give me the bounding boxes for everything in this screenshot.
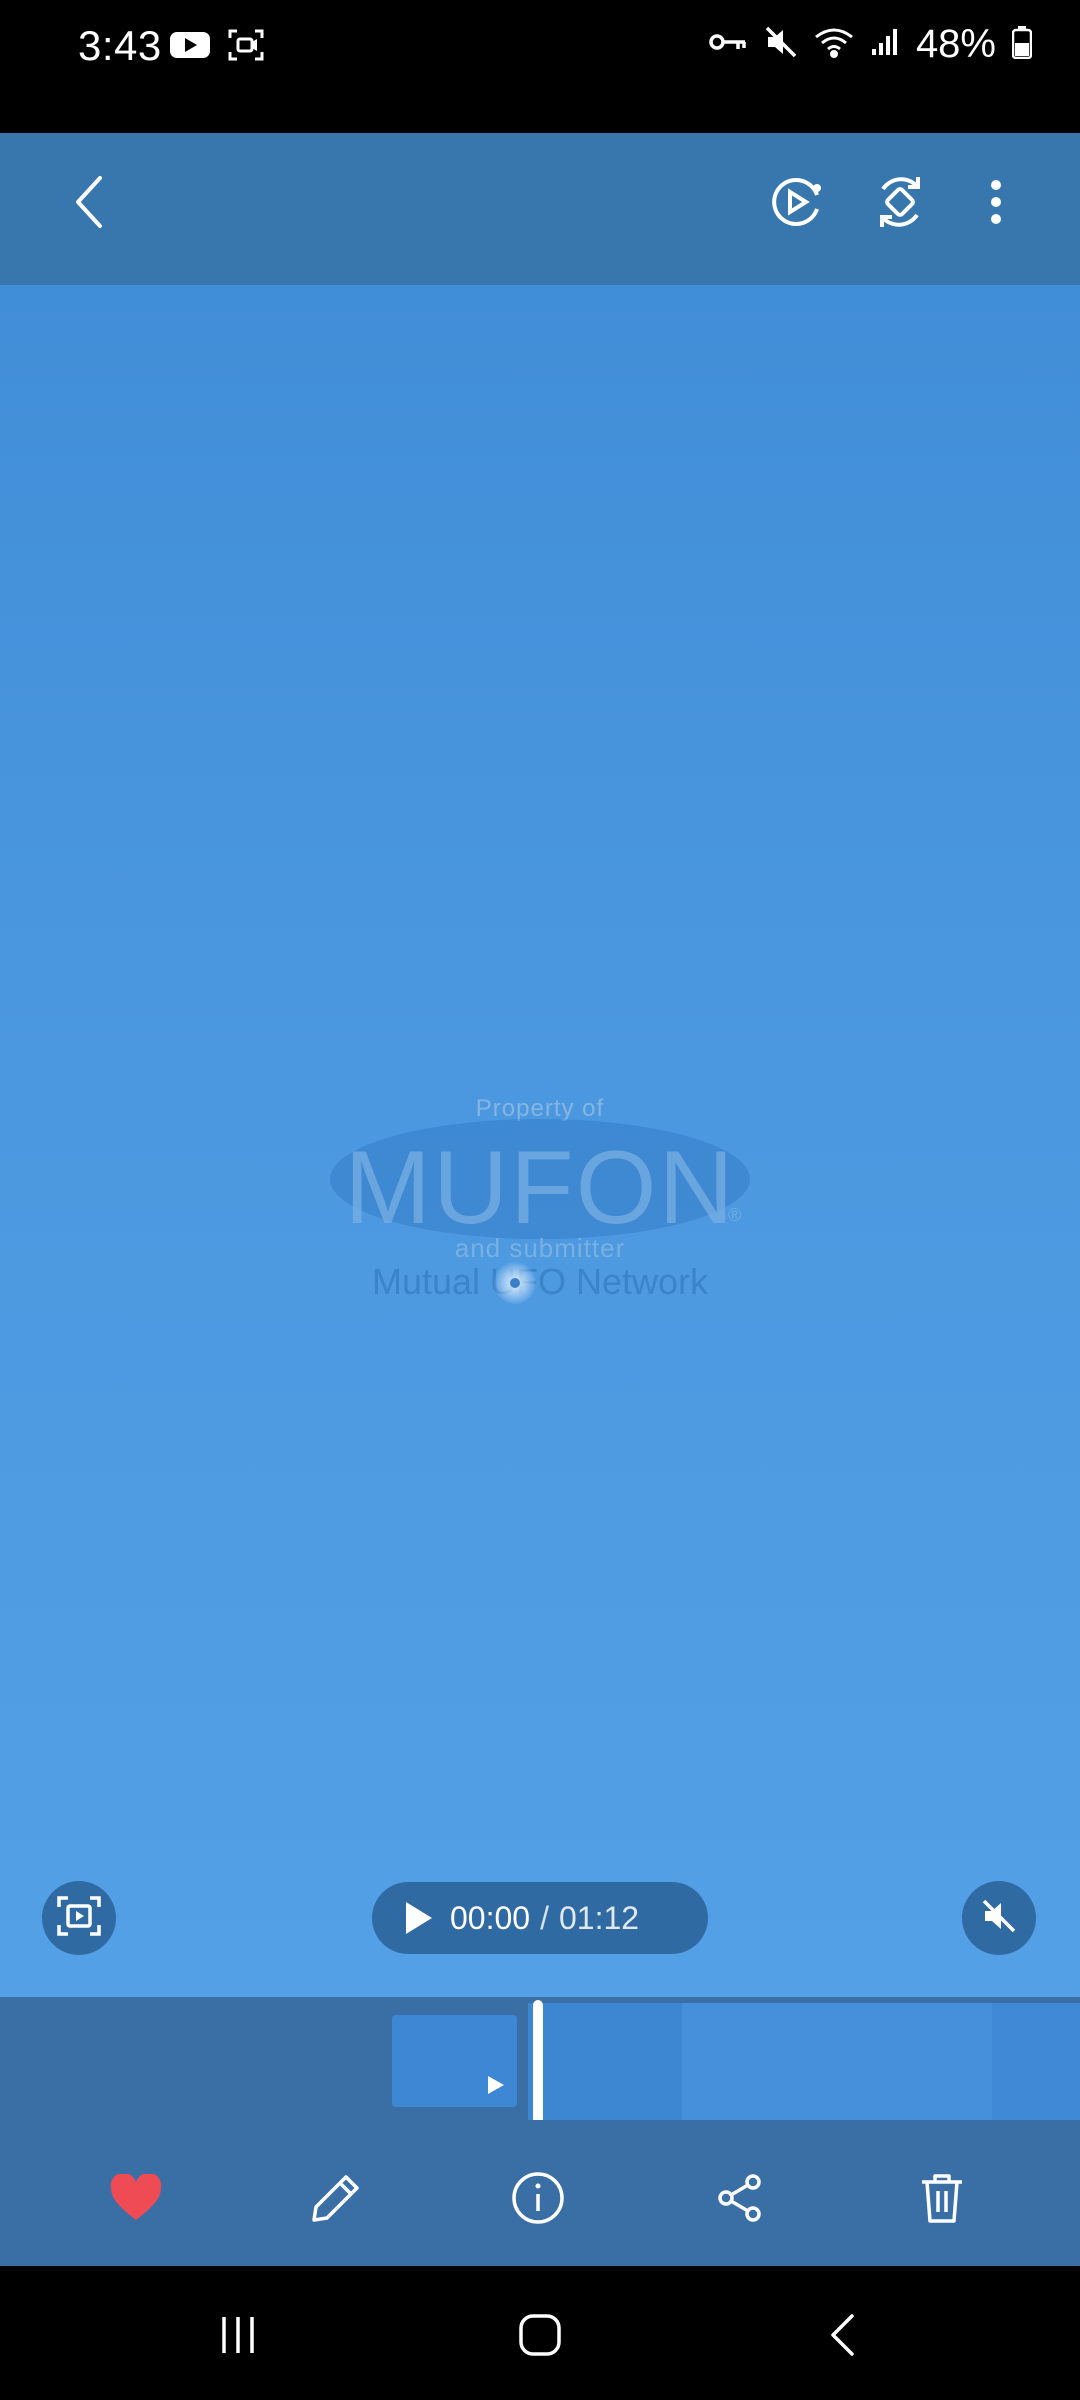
- youtube-icon: [170, 30, 210, 65]
- vpn-key-icon: [708, 29, 748, 60]
- mute-icon: [979, 1896, 1019, 1941]
- status-bar: 3:43 48%: [0, 0, 1080, 133]
- mute-icon: [764, 25, 798, 64]
- back-icon[interactable]: [812, 2310, 872, 2360]
- back-arrow-icon[interactable]: [60, 172, 120, 232]
- video-frame[interactable]: [0, 133, 1080, 2000]
- timeline-frames[interactable]: [528, 2003, 1080, 2121]
- capture-frame-button[interactable]: [42, 1881, 116, 1955]
- current-time: 00:00: [450, 1899, 531, 1936]
- mute-button[interactable]: [962, 1881, 1036, 1955]
- timeline-playhead[interactable]: [533, 2000, 543, 2124]
- watermark-network-text: Mutual UFO Network: [371, 1261, 709, 1302]
- signal-icon: [870, 27, 900, 62]
- timeline-frame: [528, 2003, 682, 2121]
- edit-pencil-icon[interactable]: [306, 2168, 366, 2228]
- timeline-frame: [992, 2003, 1080, 2121]
- battery-icon: [1011, 25, 1033, 64]
- wifi-icon: [814, 25, 854, 64]
- delete-trash-icon[interactable]: [912, 2168, 972, 2228]
- more-options-icon[interactable]: [968, 170, 1024, 234]
- timeline-current-thumbnail[interactable]: [392, 2015, 517, 2107]
- play-icon[interactable]: [404, 1900, 434, 1936]
- status-time: 3:43: [78, 22, 162, 69]
- screen-record-icon: [228, 28, 264, 67]
- total-time: 01:12: [558, 1899, 640, 1936]
- battery-percent: 48%: [915, 22, 996, 66]
- recents-icon[interactable]: [208, 2310, 268, 2360]
- info-icon[interactable]: [508, 2168, 568, 2228]
- timeline-frame: [682, 2003, 992, 2121]
- time-separator: /: [540, 1899, 549, 1936]
- bright-object-core: [510, 1278, 520, 1288]
- play-circle-icon[interactable]: [764, 170, 828, 234]
- watermark-registered: ®: [728, 1205, 742, 1225]
- capture-frame-icon: [57, 1895, 101, 1941]
- auto-rotate-icon[interactable]: [868, 170, 932, 234]
- watermark-submitter-text: and submitter: [454, 1233, 626, 1263]
- watermark-logo-text: MUFON: [344, 1130, 736, 1246]
- playback-pill: 00:00 / 01:12: [372, 1882, 708, 1954]
- share-icon[interactable]: [710, 2168, 770, 2228]
- home-icon[interactable]: [510, 2310, 570, 2360]
- mufon-watermark: Property of MUFON ® and submitter Mutual…: [320, 1095, 760, 1315]
- favorite-heart-icon[interactable]: [106, 2168, 166, 2228]
